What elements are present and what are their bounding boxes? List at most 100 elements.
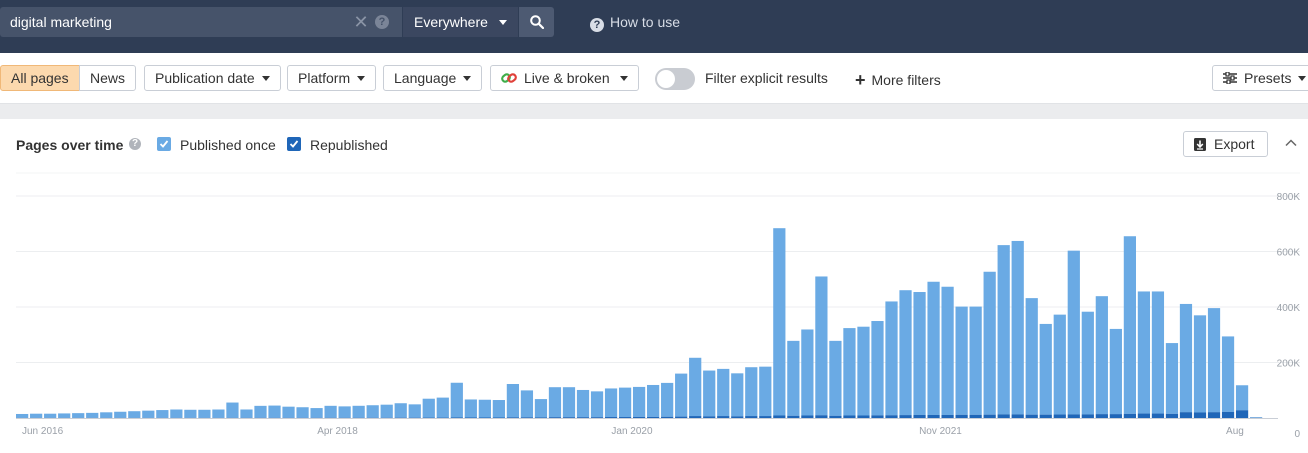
bar-published-once — [871, 321, 884, 416]
bar-published-once — [1151, 291, 1165, 414]
platform-dropdown[interactable]: Platform — [287, 65, 377, 91]
chevron-down-icon — [463, 76, 472, 81]
bar-published-once — [1235, 385, 1249, 411]
bar-republished — [689, 416, 702, 418]
how-to-use-link[interactable]: ? How to use — [590, 14, 680, 32]
bar-published-once — [170, 409, 183, 418]
explicit-results-label: Filter explicit results — [705, 70, 828, 86]
bar-published-once — [787, 340, 800, 416]
bar-published-once — [212, 409, 225, 418]
sliders-icon — [1223, 71, 1237, 85]
bar-republished — [871, 415, 884, 418]
bar-published-once — [282, 406, 295, 418]
download-icon — [1194, 138, 1206, 151]
bar-published-once — [142, 410, 155, 418]
republished-checkbox[interactable] — [287, 137, 301, 151]
check-icon — [159, 140, 169, 148]
bar-published-once — [268, 405, 281, 418]
bar-published-once — [324, 405, 337, 418]
bar-published-once — [1067, 250, 1080, 415]
x-tick-label: Aug — [1226, 426, 1244, 437]
bar-republished — [731, 416, 744, 418]
bar-published-once — [829, 340, 842, 416]
bar-published-once — [394, 403, 407, 418]
language-dropdown[interactable]: Language — [383, 65, 483, 91]
scope-dropdown[interactable]: Everywhere — [403, 7, 518, 37]
bar-republished — [899, 415, 912, 418]
bar-published-once — [520, 390, 534, 418]
presets-dropdown[interactable]: Presets — [1212, 65, 1308, 91]
export-button[interactable]: Export — [1183, 131, 1268, 157]
toggle-knob — [657, 70, 675, 88]
bar-republished — [506, 417, 520, 418]
scope-label: Everywhere — [414, 14, 488, 30]
how-to-use-label: How to use — [610, 14, 681, 30]
bar-published-once — [506, 384, 520, 418]
bar-published-once — [618, 387, 632, 418]
bar-republished — [1179, 412, 1193, 418]
bar-published-once — [661, 382, 674, 417]
bar-published-once — [436, 397, 449, 418]
bar-republished — [1011, 414, 1024, 418]
close-icon[interactable]: ✕ — [352, 13, 370, 31]
bar-republished — [520, 417, 534, 418]
search-input[interactable] — [10, 7, 340, 37]
bar-published-once — [843, 328, 856, 416]
bar-republished — [815, 415, 828, 418]
chevron-down-icon — [357, 76, 366, 81]
bar-republished — [1053, 414, 1066, 418]
search-button[interactable] — [519, 7, 554, 37]
filter-bar: All pages News Publication date Platform… — [0, 53, 1308, 103]
question-icon[interactable]: ? — [375, 15, 389, 29]
check-icon — [289, 140, 299, 148]
republished-label: Republished — [310, 137, 388, 153]
bar-republished — [576, 417, 590, 418]
question-icon[interactable]: ? — [129, 138, 141, 150]
filter-news[interactable]: News — [79, 65, 136, 91]
bar-republished — [983, 414, 996, 418]
bar-published-once — [198, 409, 211, 418]
bar-published-once — [885, 301, 898, 416]
section-divider — [0, 103, 1308, 119]
publication-date-dropdown[interactable]: Publication date — [144, 65, 281, 91]
chevron-up-icon[interactable] — [1284, 136, 1298, 150]
bar-published-once — [576, 389, 590, 418]
bar-republished — [801, 415, 814, 418]
bar-republished — [1123, 413, 1136, 418]
bar-published-once — [604, 388, 618, 418]
bar-published-once — [647, 384, 660, 417]
published-once-checkbox[interactable] — [157, 137, 171, 151]
bar-republished — [534, 417, 548, 418]
bar-republished — [843, 415, 856, 418]
bar-published-once — [72, 413, 85, 418]
bar-published-once — [1207, 308, 1221, 413]
publication-date-label: Publication date — [155, 70, 255, 86]
bar-published-once — [338, 406, 351, 418]
bar-published-once — [44, 413, 57, 418]
bar-published-once — [1109, 328, 1122, 415]
bar-published-once — [815, 276, 828, 416]
explicit-results-toggle[interactable] — [655, 68, 695, 90]
bar-published-once — [717, 368, 730, 417]
bar-published-once — [562, 387, 576, 418]
bar-published-once — [30, 413, 43, 418]
top-bar: ✕ ? Everywhere ? How to use — [0, 0, 1308, 53]
bar-published-once — [590, 391, 604, 418]
bar-republished — [969, 414, 982, 418]
bar-published-once — [548, 387, 562, 418]
y-tick-label: 0 — [1294, 429, 1300, 440]
bar-republished — [773, 415, 786, 418]
filter-all-pages[interactable]: All pages — [0, 65, 80, 91]
search-icon — [530, 15, 544, 29]
published-once-label: Published once — [180, 137, 276, 153]
bar-published-once — [1123, 236, 1136, 414]
filter-news-label: News — [90, 70, 126, 86]
more-filters-button[interactable]: + More filters — [855, 70, 941, 91]
chevron-down-icon — [1298, 76, 1307, 81]
bar-published-once — [689, 357, 702, 417]
y-tick-label: 600K — [1277, 248, 1301, 259]
live-broken-dropdown[interactable]: Live & broken — [490, 65, 639, 91]
bar-published-once — [913, 292, 926, 415]
bar-published-once — [534, 399, 548, 418]
bar-republished — [1081, 414, 1094, 418]
